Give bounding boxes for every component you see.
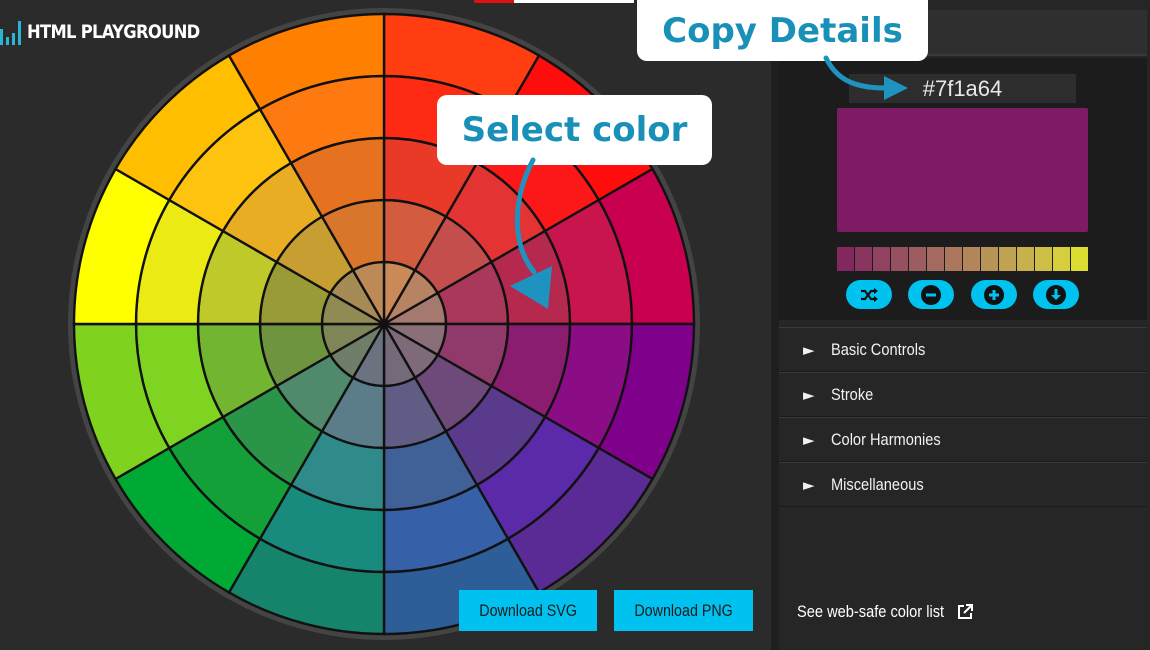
shade-swatch[interactable] bbox=[927, 247, 944, 271]
section-color-harmonies[interactable]: ► Color Harmonies bbox=[779, 417, 1147, 462]
shade-swatch[interactable] bbox=[909, 247, 926, 271]
callout-copy-details: Copy Details bbox=[637, 0, 928, 61]
shade-swatch[interactable] bbox=[999, 247, 1016, 271]
download-png-label: Download PNG bbox=[634, 600, 733, 620]
shuffle-button[interactable] bbox=[846, 280, 892, 309]
shade-swatch-row[interactable] bbox=[837, 247, 1088, 271]
external-link-icon bbox=[958, 604, 974, 619]
shade-swatch[interactable] bbox=[1071, 247, 1088, 271]
panel-divider bbox=[771, 0, 779, 650]
shade-swatch[interactable] bbox=[963, 247, 980, 271]
darker-button[interactable] bbox=[908, 280, 954, 309]
section-label: Basic Controls bbox=[831, 339, 926, 359]
section-miscellaneous[interactable]: ► Miscellaneous bbox=[779, 462, 1147, 507]
shade-swatch[interactable] bbox=[873, 247, 890, 271]
expand-triangle-icon: ► bbox=[803, 475, 815, 494]
logo-bars-icon bbox=[0, 19, 21, 45]
download-arrow-icon bbox=[1046, 284, 1066, 305]
callout-select-text: Select color bbox=[461, 110, 688, 150]
callout-copy-text: Copy Details bbox=[662, 10, 903, 51]
section-stroke[interactable]: ► Stroke bbox=[779, 372, 1147, 417]
shade-swatch[interactable] bbox=[1035, 247, 1052, 271]
color-preview bbox=[837, 108, 1088, 232]
shade-swatch[interactable] bbox=[855, 247, 872, 271]
top-tab-red bbox=[474, 0, 514, 3]
section-label: Color Harmonies bbox=[831, 429, 941, 449]
shade-swatch[interactable] bbox=[837, 247, 854, 271]
shade-swatch[interactable] bbox=[981, 247, 998, 271]
shade-swatch[interactable] bbox=[1017, 247, 1034, 271]
plus-icon bbox=[984, 284, 1004, 305]
download-png-button[interactable]: Download PNG bbox=[614, 590, 753, 631]
websafe-color-link[interactable]: See web-safe color list bbox=[797, 600, 974, 624]
hex-value-field[interactable] bbox=[849, 74, 1076, 103]
download-svg-label: Download SVG bbox=[479, 600, 577, 620]
section-label: Stroke bbox=[831, 384, 874, 404]
shade-swatch[interactable] bbox=[891, 247, 908, 271]
expand-triangle-icon: ► bbox=[803, 430, 815, 449]
top-tab-white bbox=[514, 0, 634, 3]
callout-select-color: Select color bbox=[437, 95, 712, 165]
section-label: Miscellaneous bbox=[831, 474, 924, 494]
minus-icon bbox=[921, 284, 941, 305]
shuffle-icon bbox=[861, 287, 878, 302]
save-color-button[interactable] bbox=[1033, 280, 1079, 309]
section-basic-controls[interactable]: ► Basic Controls bbox=[779, 327, 1147, 372]
shade-swatch[interactable] bbox=[1053, 247, 1070, 271]
expand-triangle-icon: ► bbox=[803, 340, 815, 359]
websafe-link-text: See web-safe color list bbox=[797, 602, 945, 621]
expand-triangle-icon: ► bbox=[803, 385, 815, 404]
lighter-button[interactable] bbox=[971, 280, 1017, 309]
shade-swatch[interactable] bbox=[945, 247, 962, 271]
download-svg-button[interactable]: Download SVG bbox=[459, 590, 597, 631]
